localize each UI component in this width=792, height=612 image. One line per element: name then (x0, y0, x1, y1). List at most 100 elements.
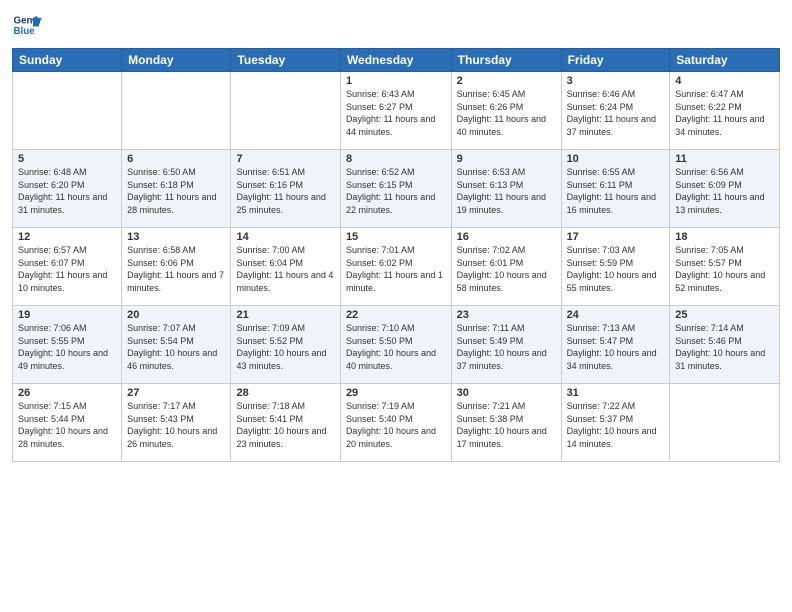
day-info: Sunrise: 7:10 AMSunset: 5:50 PMDaylight:… (346, 322, 446, 372)
day-info: Sunrise: 6:55 AMSunset: 6:11 PMDaylight:… (567, 166, 665, 216)
day-number: 23 (457, 309, 556, 321)
calendar-cell: 2Sunrise: 6:45 AMSunset: 6:26 PMDaylight… (451, 72, 561, 150)
calendar-cell: 24Sunrise: 7:13 AMSunset: 5:47 PMDayligh… (561, 306, 670, 384)
day-number: 11 (675, 153, 774, 165)
calendar-cell: 5Sunrise: 6:48 AMSunset: 6:20 PMDaylight… (13, 150, 122, 228)
day-info: Sunrise: 7:06 AMSunset: 5:55 PMDaylight:… (18, 322, 116, 372)
day-number: 20 (127, 309, 225, 321)
page-container: General Blue SundayMondayTuesdayWednesda… (0, 0, 792, 612)
calendar-cell: 23Sunrise: 7:11 AMSunset: 5:49 PMDayligh… (451, 306, 561, 384)
day-info: Sunrise: 6:50 AMSunset: 6:18 PMDaylight:… (127, 166, 225, 216)
week-row-1: 1Sunrise: 6:43 AMSunset: 6:27 PMDaylight… (13, 72, 780, 150)
week-row-3: 12Sunrise: 6:57 AMSunset: 6:07 PMDayligh… (13, 228, 780, 306)
calendar-cell: 25Sunrise: 7:14 AMSunset: 5:46 PMDayligh… (670, 306, 780, 384)
day-info: Sunrise: 7:05 AMSunset: 5:57 PMDaylight:… (675, 244, 774, 294)
day-info: Sunrise: 6:46 AMSunset: 6:24 PMDaylight:… (567, 88, 665, 138)
calendar-cell: 10Sunrise: 6:55 AMSunset: 6:11 PMDayligh… (561, 150, 670, 228)
day-info: Sunrise: 7:15 AMSunset: 5:44 PMDaylight:… (18, 400, 116, 450)
calendar-cell: 26Sunrise: 7:15 AMSunset: 5:44 PMDayligh… (13, 384, 122, 462)
day-info: Sunrise: 6:45 AMSunset: 6:26 PMDaylight:… (457, 88, 556, 138)
day-number: 27 (127, 387, 225, 399)
day-number: 2 (457, 75, 556, 87)
calendar-cell: 31Sunrise: 7:22 AMSunset: 5:37 PMDayligh… (561, 384, 670, 462)
day-number: 19 (18, 309, 116, 321)
day-info: Sunrise: 7:11 AMSunset: 5:49 PMDaylight:… (457, 322, 556, 372)
day-info: Sunrise: 6:43 AMSunset: 6:27 PMDaylight:… (346, 88, 446, 138)
day-number: 10 (567, 153, 665, 165)
day-info: Sunrise: 7:03 AMSunset: 5:59 PMDaylight:… (567, 244, 665, 294)
day-info: Sunrise: 7:02 AMSunset: 6:01 PMDaylight:… (457, 244, 556, 294)
day-info: Sunrise: 7:21 AMSunset: 5:38 PMDaylight:… (457, 400, 556, 450)
day-info: Sunrise: 6:48 AMSunset: 6:20 PMDaylight:… (18, 166, 116, 216)
calendar-cell: 8Sunrise: 6:52 AMSunset: 6:15 PMDaylight… (340, 150, 451, 228)
day-number: 24 (567, 309, 665, 321)
calendar-cell (670, 384, 780, 462)
day-info: Sunrise: 7:22 AMSunset: 5:37 PMDaylight:… (567, 400, 665, 450)
logo: General Blue (12, 10, 42, 40)
calendar-cell: 7Sunrise: 6:51 AMSunset: 6:16 PMDaylight… (231, 150, 340, 228)
calendar: SundayMondayTuesdayWednesdayThursdayFrid… (12, 48, 780, 462)
day-number: 7 (236, 153, 334, 165)
calendar-cell: 30Sunrise: 7:21 AMSunset: 5:38 PMDayligh… (451, 384, 561, 462)
day-info: Sunrise: 7:13 AMSunset: 5:47 PMDaylight:… (567, 322, 665, 372)
calendar-cell: 18Sunrise: 7:05 AMSunset: 5:57 PMDayligh… (670, 228, 780, 306)
svg-text:Blue: Blue (14, 26, 36, 37)
day-number: 22 (346, 309, 446, 321)
day-number: 6 (127, 153, 225, 165)
day-number: 3 (567, 75, 665, 87)
day-info: Sunrise: 6:58 AMSunset: 6:06 PMDaylight:… (127, 244, 225, 294)
day-info: Sunrise: 7:01 AMSunset: 6:02 PMDaylight:… (346, 244, 446, 294)
day-number: 12 (18, 231, 116, 243)
weekday-header-friday: Friday (561, 49, 670, 72)
day-info: Sunrise: 7:14 AMSunset: 5:46 PMDaylight:… (675, 322, 774, 372)
day-number: 9 (457, 153, 556, 165)
header: General Blue (12, 10, 780, 40)
calendar-cell: 28Sunrise: 7:18 AMSunset: 5:41 PMDayligh… (231, 384, 340, 462)
day-number: 17 (567, 231, 665, 243)
day-number: 15 (346, 231, 446, 243)
calendar-cell (231, 72, 340, 150)
week-row-4: 19Sunrise: 7:06 AMSunset: 5:55 PMDayligh… (13, 306, 780, 384)
calendar-cell: 16Sunrise: 7:02 AMSunset: 6:01 PMDayligh… (451, 228, 561, 306)
week-row-2: 5Sunrise: 6:48 AMSunset: 6:20 PMDaylight… (13, 150, 780, 228)
day-info: Sunrise: 6:51 AMSunset: 6:16 PMDaylight:… (236, 166, 334, 216)
calendar-cell: 4Sunrise: 6:47 AMSunset: 6:22 PMDaylight… (670, 72, 780, 150)
day-info: Sunrise: 7:18 AMSunset: 5:41 PMDaylight:… (236, 400, 334, 450)
day-number: 4 (675, 75, 774, 87)
weekday-header-row: SundayMondayTuesdayWednesdayThursdayFrid… (13, 49, 780, 72)
day-number: 5 (18, 153, 116, 165)
day-number: 30 (457, 387, 556, 399)
weekday-header-wednesday: Wednesday (340, 49, 451, 72)
calendar-cell: 13Sunrise: 6:58 AMSunset: 6:06 PMDayligh… (122, 228, 231, 306)
calendar-cell: 9Sunrise: 6:53 AMSunset: 6:13 PMDaylight… (451, 150, 561, 228)
day-info: Sunrise: 6:47 AMSunset: 6:22 PMDaylight:… (675, 88, 774, 138)
day-number: 13 (127, 231, 225, 243)
day-info: Sunrise: 7:09 AMSunset: 5:52 PMDaylight:… (236, 322, 334, 372)
day-number: 14 (236, 231, 334, 243)
day-info: Sunrise: 7:19 AMSunset: 5:40 PMDaylight:… (346, 400, 446, 450)
day-number: 29 (346, 387, 446, 399)
weekday-header-saturday: Saturday (670, 49, 780, 72)
calendar-cell: 21Sunrise: 7:09 AMSunset: 5:52 PMDayligh… (231, 306, 340, 384)
day-info: Sunrise: 7:17 AMSunset: 5:43 PMDaylight:… (127, 400, 225, 450)
calendar-cell (122, 72, 231, 150)
day-info: Sunrise: 7:00 AMSunset: 6:04 PMDaylight:… (236, 244, 334, 294)
day-info: Sunrise: 6:53 AMSunset: 6:13 PMDaylight:… (457, 166, 556, 216)
day-number: 28 (236, 387, 334, 399)
day-number: 8 (346, 153, 446, 165)
calendar-cell: 14Sunrise: 7:00 AMSunset: 6:04 PMDayligh… (231, 228, 340, 306)
day-info: Sunrise: 6:57 AMSunset: 6:07 PMDaylight:… (18, 244, 116, 294)
calendar-cell: 27Sunrise: 7:17 AMSunset: 5:43 PMDayligh… (122, 384, 231, 462)
calendar-cell: 3Sunrise: 6:46 AMSunset: 6:24 PMDaylight… (561, 72, 670, 150)
calendar-cell: 20Sunrise: 7:07 AMSunset: 5:54 PMDayligh… (122, 306, 231, 384)
calendar-cell (13, 72, 122, 150)
weekday-header-monday: Monday (122, 49, 231, 72)
day-info: Sunrise: 6:56 AMSunset: 6:09 PMDaylight:… (675, 166, 774, 216)
calendar-cell: 17Sunrise: 7:03 AMSunset: 5:59 PMDayligh… (561, 228, 670, 306)
calendar-cell: 29Sunrise: 7:19 AMSunset: 5:40 PMDayligh… (340, 384, 451, 462)
day-number: 25 (675, 309, 774, 321)
calendar-cell: 15Sunrise: 7:01 AMSunset: 6:02 PMDayligh… (340, 228, 451, 306)
weekday-header-tuesday: Tuesday (231, 49, 340, 72)
week-row-5: 26Sunrise: 7:15 AMSunset: 5:44 PMDayligh… (13, 384, 780, 462)
calendar-cell: 12Sunrise: 6:57 AMSunset: 6:07 PMDayligh… (13, 228, 122, 306)
